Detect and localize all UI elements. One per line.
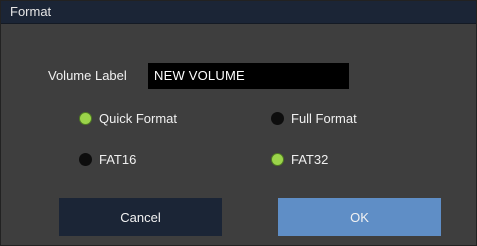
ok-button[interactable]: OK (278, 198, 441, 236)
radio-label-fat32: FAT32 (291, 151, 329, 167)
volume-label-caption: Volume Label (48, 68, 127, 83)
radio-quick-format[interactable]: Quick Format (79, 110, 177, 126)
radio-label-fat16: FAT16 (99, 151, 137, 167)
radio-off-icon (79, 152, 92, 166)
radio-fat32[interactable]: FAT32 (271, 151, 328, 167)
cancel-button[interactable]: Cancel (59, 198, 222, 236)
volume-label-input[interactable]: NEW VOLUME (148, 63, 349, 89)
radio-on-icon (79, 111, 92, 125)
radio-label-quick-format: Quick Format (99, 110, 178, 126)
dialog-title: Format (10, 4, 52, 19)
radio-off-icon (271, 111, 284, 125)
format-dialog: Format Volume Label NEW VOLUME Quick For… (0, 0, 477, 246)
radio-fat16[interactable]: FAT16 (79, 151, 136, 167)
radio-full-format[interactable]: Full Format (271, 110, 357, 126)
radio-label-full-format: Full Format (291, 110, 357, 126)
dialog-titlebar: Format (1, 1, 476, 24)
radio-on-icon (271, 152, 284, 166)
